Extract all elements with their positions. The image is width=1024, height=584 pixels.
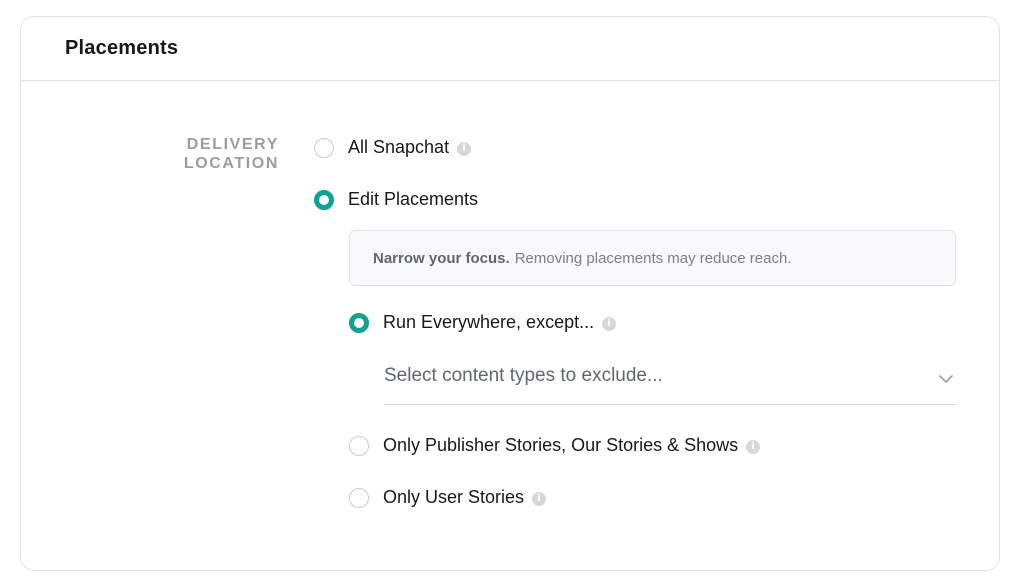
radio-only-publisher-stories[interactable]: Only Publisher Stories, Our Stories & Sh… — [349, 435, 761, 456]
info-icon[interactable]: i — [532, 491, 547, 506]
info-icon[interactable]: i — [746, 439, 761, 454]
narrow-focus-notice: Narrow your focus. Removing placements m… — [349, 230, 956, 286]
placements-card: Placements DELIVERY LOCATION All Snapcha… — [20, 16, 1000, 571]
radio-button-selected[interactable] — [349, 312, 369, 333]
notice-heading: Narrow your focus. — [373, 249, 510, 267]
radio-button-selected[interactable] — [314, 189, 334, 210]
info-icon[interactable]: i — [602, 316, 617, 331]
radio-label: Edit Placements — [348, 189, 479, 209]
delivery-label-line1: DELIVERY — [186, 136, 279, 153]
radio-label: Only User Stories — [383, 487, 525, 507]
radio-only-user-stories[interactable]: Only User Stories i — [349, 487, 547, 508]
radio-button[interactable] — [314, 137, 334, 158]
exclude-content-types-select[interactable]: Select content types to exclude... — [384, 347, 956, 405]
radio-label: Only Publisher Stories, Our Stories & Sh… — [383, 435, 739, 455]
delivery-location-label: DELIVERY LOCATION — [171, 135, 279, 173]
radio-run-everywhere-except[interactable]: Run Everywhere, except... i — [349, 312, 617, 333]
chevron-down-icon[interactable] — [936, 369, 956, 389]
radio-all-snapchat[interactable]: All Snapchat i — [314, 137, 472, 158]
delivery-label-line2: LOCATION — [183, 155, 279, 172]
card-header: Placements — [21, 17, 999, 81]
notice-text: Removing placements may reduce reach. — [514, 249, 792, 267]
radio-edit-placements[interactable]: Edit Placements — [314, 189, 478, 210]
radio-label: All Snapchat — [348, 137, 450, 157]
select-placeholder: Select content types to exclude... — [384, 364, 663, 386]
radio-button[interactable] — [349, 435, 369, 456]
page-title: Placements — [65, 37, 179, 59]
radio-button[interactable] — [349, 487, 369, 508]
info-icon[interactable]: i — [457, 141, 472, 156]
radio-label: Run Everywhere, except... — [383, 312, 595, 332]
